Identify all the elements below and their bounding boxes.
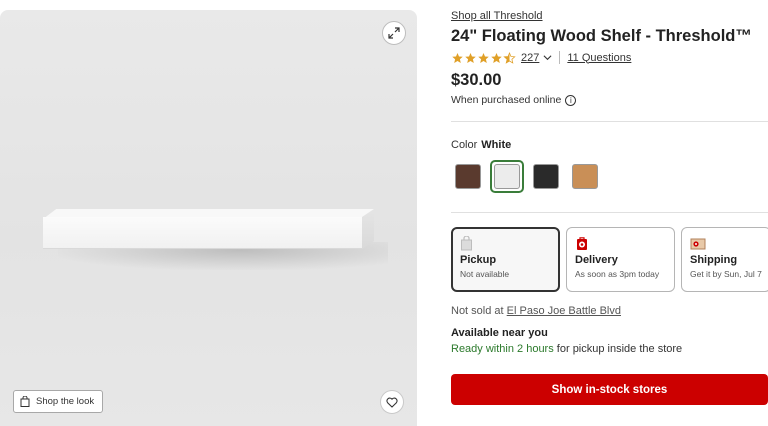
- delivery-subtitle: As soon as 3pm today: [575, 269, 660, 279]
- shop-the-look-label: Shop the look: [36, 396, 95, 407]
- star-icon: [491, 52, 502, 63]
- delivery-option[interactable]: Delivery As soon as 3pm today: [566, 227, 675, 292]
- expand-image-button[interactable]: [382, 21, 406, 45]
- product-image[interactable]: Shop the look: [0, 10, 417, 426]
- shop-the-look-button[interactable]: Shop the look: [13, 390, 104, 413]
- purchased-note-text: When purchased online: [451, 94, 562, 106]
- shipping-subtitle: Get it by Sun, Jul 7: [690, 269, 762, 279]
- color-swatch-black[interactable]: [529, 160, 563, 193]
- color-swatch-white[interactable]: [490, 160, 524, 193]
- price: $30.00: [451, 71, 502, 89]
- swatch-fill: [455, 164, 481, 189]
- ready-time: Ready within 2 hours: [451, 343, 554, 355]
- divider: [559, 51, 561, 64]
- info-icon[interactable]: i: [565, 94, 577, 106]
- swatch-fill: [572, 164, 598, 189]
- heart-icon: [386, 397, 398, 408]
- color-swatches: [451, 160, 602, 193]
- swatch-fill: [494, 164, 520, 189]
- store-name-link[interactable]: El Paso Joe Battle Blvd: [507, 305, 621, 317]
- divider: [451, 121, 768, 122]
- questions-link[interactable]: 11 Questions: [567, 52, 631, 64]
- availability-line: Ready within 2 hours for pickup inside t…: [451, 343, 682, 355]
- shipping-title: Shipping: [690, 254, 738, 266]
- pickup-title: Pickup: [460, 254, 497, 266]
- delivery-title: Delivery: [575, 254, 618, 266]
- half-star-icon: [503, 51, 516, 64]
- store-availability: Not sold at El Paso Joe Battle Blvd: [451, 305, 621, 317]
- color-label-row: Color White: [451, 139, 511, 151]
- pickup-option[interactable]: Pickup Not available: [451, 227, 560, 292]
- fulfillment-options: Pickup Not available Delivery As soon as…: [451, 227, 768, 292]
- available-near-you-heading: Available near you: [451, 327, 548, 339]
- divider: [451, 212, 768, 213]
- color-label: Color: [451, 139, 478, 151]
- not-sold-prefix: Not sold at: [451, 305, 504, 317]
- color-swatch-natural[interactable]: [568, 160, 602, 193]
- product-title: 24" Floating Wood Shelf - Threshold™: [451, 27, 752, 45]
- favorite-button[interactable]: [380, 390, 404, 414]
- brand-link[interactable]: Shop all Threshold: [451, 10, 543, 22]
- shopping-bag-icon: [20, 396, 30, 407]
- swatch-fill: [533, 164, 559, 189]
- star-icon: [465, 52, 476, 63]
- star-rating[interactable]: [451, 51, 516, 64]
- color-swatch-brown[interactable]: [451, 160, 485, 193]
- pickup-note: for pickup inside the store: [556, 343, 683, 355]
- shipping-box-icon: [690, 238, 706, 250]
- shipping-option[interactable]: Shipping Get it by Sun, Jul 7: [681, 227, 768, 292]
- shelf-front: [43, 217, 363, 249]
- purchased-note: When purchased online i: [451, 94, 577, 106]
- star-icon: [452, 52, 463, 63]
- show-in-stock-stores-button[interactable]: Show in-stock stores: [451, 374, 768, 405]
- review-count-link[interactable]: 227: [521, 52, 539, 64]
- expand-icon: [388, 27, 400, 39]
- pickup-subtitle: Not available: [460, 269, 510, 279]
- star-icon: [478, 52, 489, 63]
- chevron-down-icon[interactable]: [543, 53, 552, 62]
- store-pickup-icon: [461, 236, 472, 251]
- rating-row: 227 11 Questions: [451, 51, 631, 64]
- delivery-icon: [577, 237, 587, 250]
- product-details: Shop all Threshold 24" Floating Wood She…: [451, 0, 768, 426]
- selected-color: White: [481, 139, 512, 151]
